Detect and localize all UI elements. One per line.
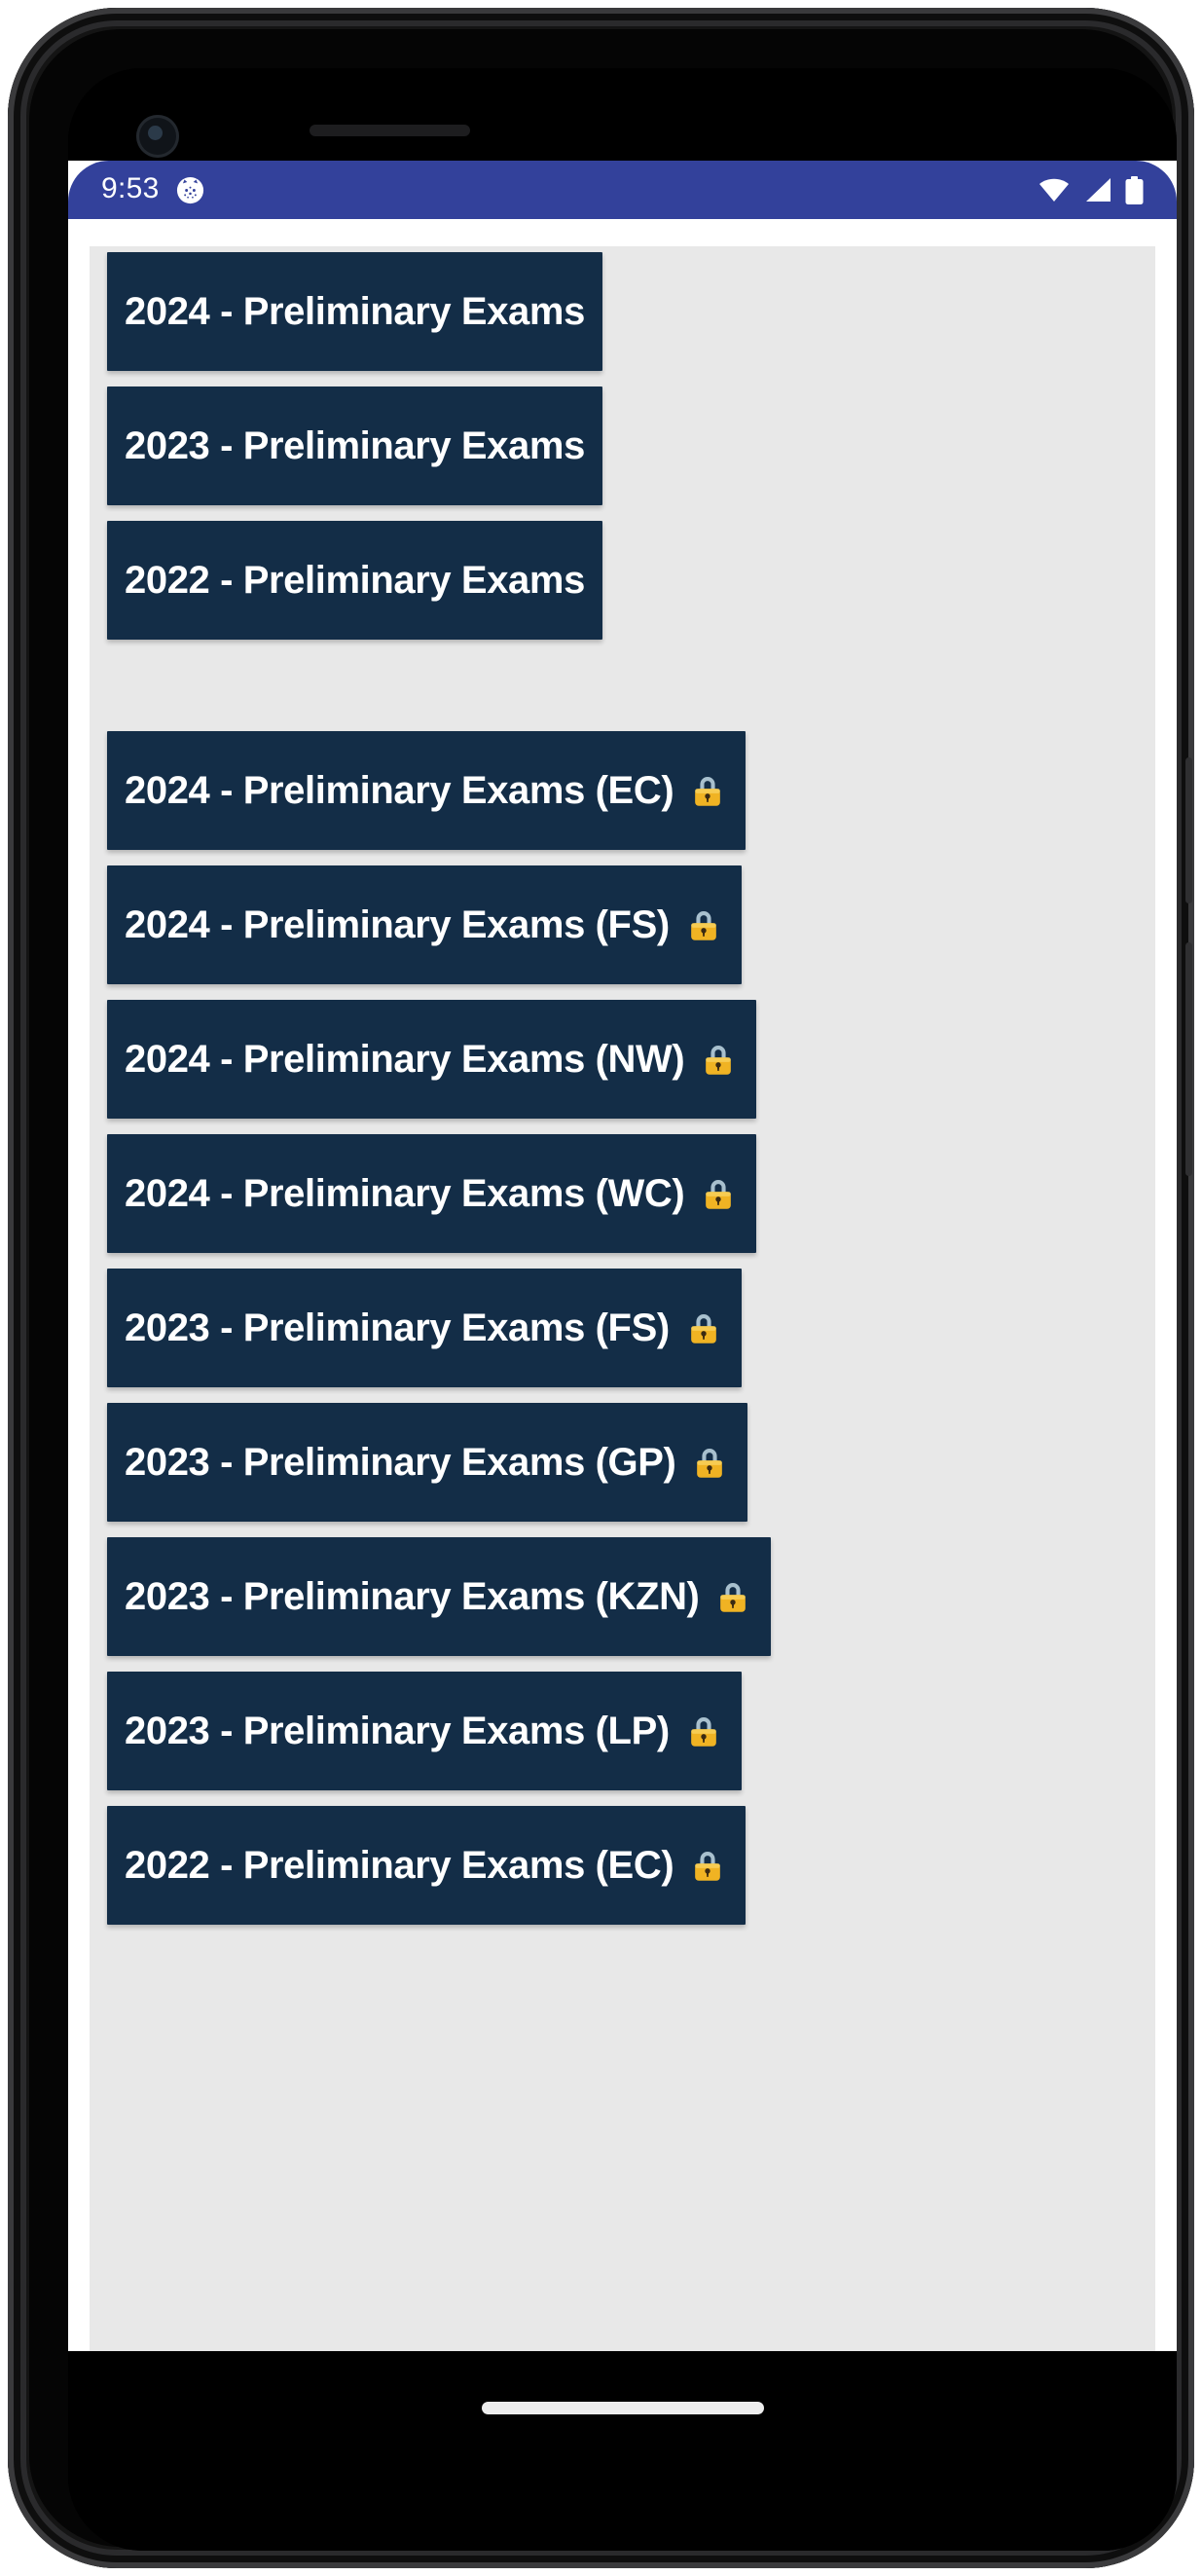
device-frame: 9:53 2024 - Preliminary Exams 2023 - Pre… bbox=[0, 0, 1202, 2576]
app-viewport: 9:53 2024 - Preliminary Exams 2023 - Pre… bbox=[68, 161, 1177, 2351]
exam-button-label: 2024 - Preliminary Exams bbox=[125, 289, 585, 333]
cellular-signal-icon bbox=[1086, 178, 1111, 202]
status-bar-clock: 9:53 bbox=[101, 172, 160, 204]
exam-button-2022-prelim-ec[interactable]: 2022 - Preliminary Exams (EC) bbox=[107, 1806, 747, 1925]
power-button[interactable] bbox=[1185, 757, 1192, 903]
exam-button-label: 2023 - Preliminary Exams (FS) bbox=[125, 1306, 670, 1349]
exam-button-label: 2023 - Preliminary Exams (GP) bbox=[125, 1440, 676, 1484]
phone-screen: 9:53 2024 - Preliminary Exams 2023 - Pre… bbox=[68, 68, 1177, 2551]
exam-button-2024-prelim[interactable]: 2024 - Preliminary Exams bbox=[107, 252, 602, 371]
front-camera-icon bbox=[136, 115, 179, 158]
exam-button-label: 2023 - Preliminary Exams bbox=[125, 423, 585, 467]
exam-button-label: 2023 - Preliminary Exams (LP) bbox=[125, 1709, 670, 1752]
exam-button-2024-prelim-nw[interactable]: 2024 - Preliminary Exams (NW) bbox=[107, 1000, 757, 1119]
exam-button-2022-prelim[interactable]: 2022 - Preliminary Exams bbox=[107, 521, 602, 640]
lock-icon bbox=[690, 1717, 716, 1747]
exam-button-2024-prelim-fs[interactable]: 2024 - Preliminary Exams (FS) bbox=[107, 865, 742, 984]
exam-button-label: 2023 - Preliminary Exams (KZN) bbox=[125, 1574, 700, 1618]
scroll-container[interactable]: 2024 - Preliminary Exams 2023 - Prelimin… bbox=[68, 219, 1177, 2351]
lock-icon bbox=[706, 1180, 732, 1209]
home-gesture-pill[interactable] bbox=[481, 2402, 764, 2414]
exam-button-2024-prelim-wc[interactable]: 2024 - Preliminary Exams (WC) bbox=[107, 1134, 757, 1253]
cat-face-icon[interactable] bbox=[175, 175, 205, 205]
wifi-icon bbox=[1039, 178, 1069, 202]
phone-bezel: 9:53 2024 - Preliminary Exams 2023 - Pre… bbox=[29, 29, 1177, 2551]
lock-icon bbox=[720, 1583, 747, 1612]
exam-button-label: 2024 - Preliminary Exams (EC) bbox=[125, 768, 674, 812]
exam-button-2023-prelim-lp[interactable]: 2023 - Preliminary Exams (LP) bbox=[107, 1672, 742, 1790]
phone-body: 9:53 2024 - Preliminary Exams 2023 - Pre… bbox=[8, 8, 1194, 2568]
exam-button-2023-prelim-gp[interactable]: 2023 - Preliminary Exams (GP) bbox=[107, 1403, 748, 1522]
lock-icon bbox=[706, 1046, 732, 1075]
exam-button-2023-prelim-fs[interactable]: 2023 - Preliminary Exams (FS) bbox=[107, 1269, 742, 1387]
exam-button-label: 2022 - Preliminary Exams bbox=[125, 558, 585, 602]
exam-button-2024-prelim-ec[interactable]: 2024 - Preliminary Exams (EC) bbox=[107, 731, 747, 850]
status-bar-right bbox=[1038, 175, 1144, 204]
exam-button-label: 2024 - Preliminary Exams (NW) bbox=[125, 1037, 685, 1081]
status-bar-left: 9:53 bbox=[101, 174, 205, 205]
exam-button-label: 2024 - Preliminary Exams (FS) bbox=[125, 902, 670, 946]
lock-icon bbox=[690, 911, 716, 940]
volume-button[interactable] bbox=[1185, 942, 1192, 1176]
exam-list-panel: 2024 - Preliminary Exams 2023 - Prelimin… bbox=[90, 246, 1155, 2351]
earpiece-speaker bbox=[310, 125, 470, 136]
lock-icon bbox=[697, 1449, 723, 1478]
lock-icon bbox=[690, 1314, 716, 1343]
exam-button-2023-prelim-kzn[interactable]: 2023 - Preliminary Exams (KZN) bbox=[107, 1537, 772, 1656]
exam-button-label: 2024 - Preliminary Exams (WC) bbox=[125, 1171, 685, 1215]
lock-icon bbox=[695, 1852, 721, 1881]
system-navigation-bar bbox=[68, 2351, 1177, 2551]
exam-button-label: 2022 - Preliminary Exams (EC) bbox=[125, 1843, 674, 1887]
lock-icon bbox=[695, 777, 721, 806]
battery-full-icon bbox=[1125, 175, 1144, 204]
exam-button-2023-prelim[interactable]: 2023 - Preliminary Exams bbox=[107, 386, 602, 505]
status-bar: 9:53 bbox=[68, 161, 1177, 219]
